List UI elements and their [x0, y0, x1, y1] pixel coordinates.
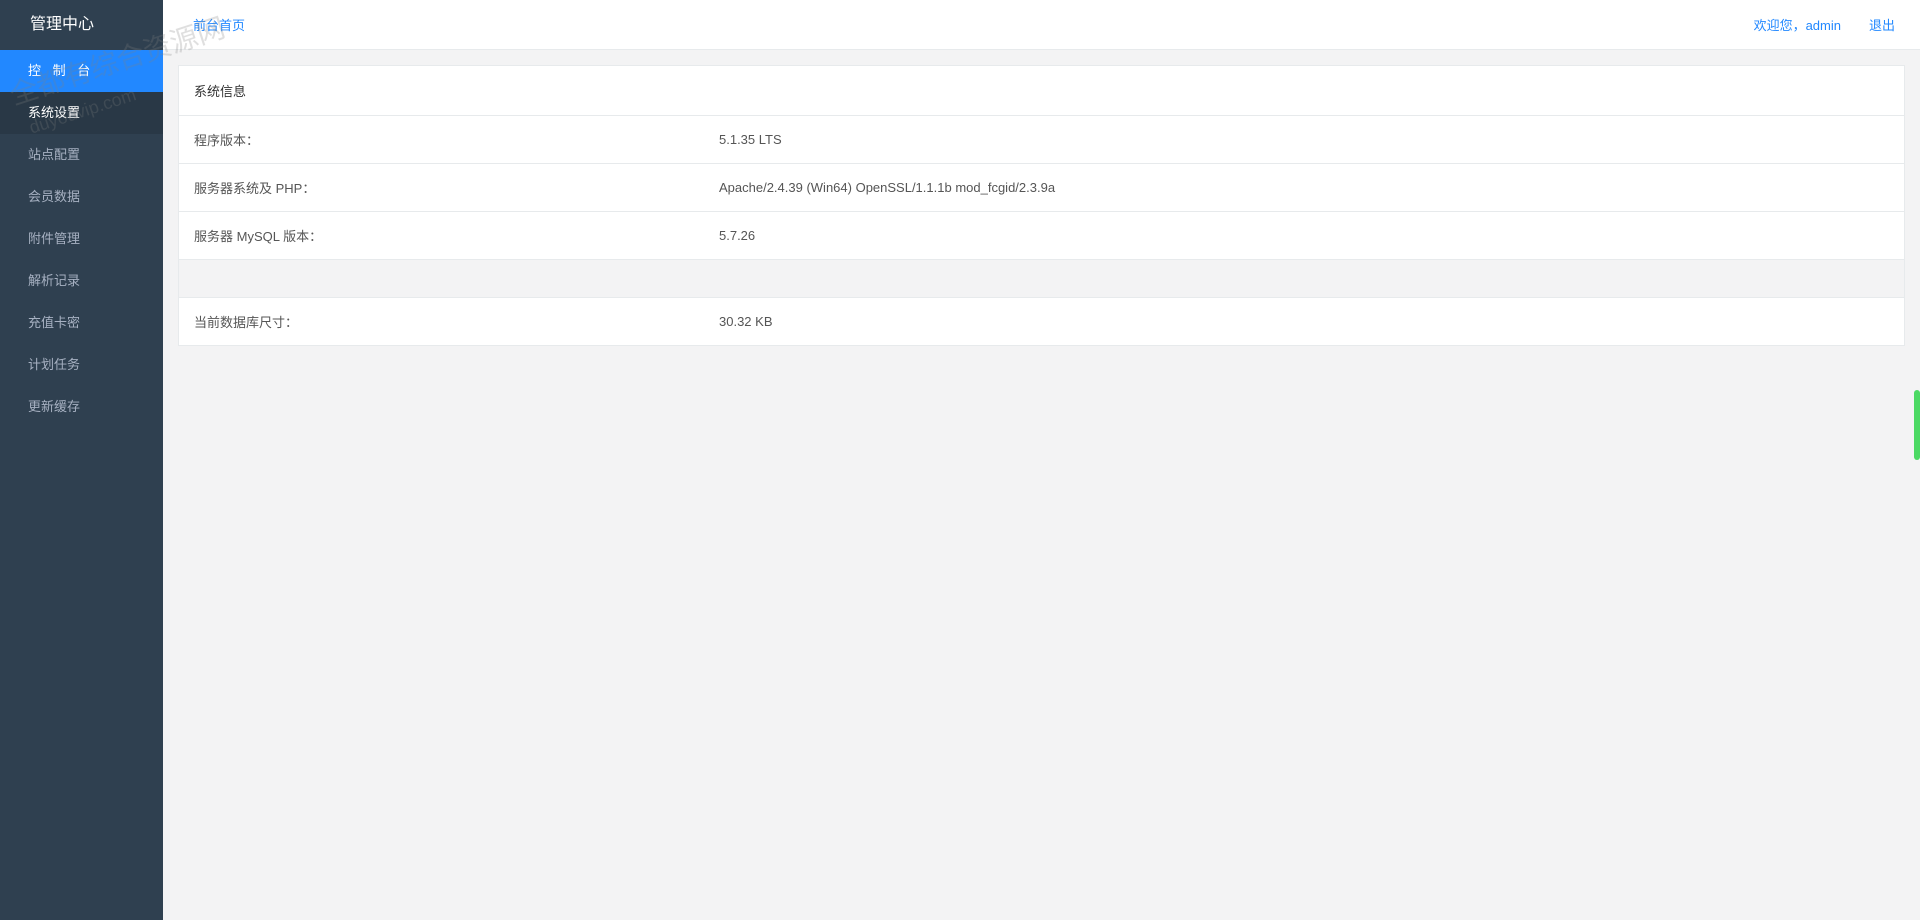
sidebar: 管理中心 控 制 台 系统设置 站点配置 会员数据 附件管理 解析记录 充值卡密… [0, 0, 163, 920]
gap-row [179, 260, 1904, 298]
topbar-left: 前台首页 [193, 15, 245, 34]
table-row: 服务器 MySQL 版本： 5.7.26 [179, 212, 1904, 260]
frontend-home-link[interactable]: 前台首页 [193, 18, 245, 33]
sidebar-item-member-data[interactable]: 会员数据 [0, 176, 163, 218]
info-value: 30.32 KB [704, 298, 1904, 346]
logout-link[interactable]: 退出 [1869, 15, 1895, 34]
system-info-table: 程序版本： 5.1.35 LTS 服务器系统及 PHP： Apache/2.4.… [179, 116, 1904, 345]
sidebar-item-scheduled-tasks[interactable]: 计划任务 [0, 344, 163, 386]
sidebar-item-parse-records[interactable]: 解析记录 [0, 260, 163, 302]
sidebar-item-recharge-card[interactable]: 充值卡密 [0, 302, 163, 344]
panel-title: 系统信息 [179, 66, 1904, 116]
info-value: 5.7.26 [704, 212, 1904, 260]
content-area: 系统信息 程序版本： 5.1.35 LTS 服务器系统及 PHP： Apache… [163, 50, 1920, 920]
table-row: 程序版本： 5.1.35 LTS [179, 116, 1904, 164]
info-label: 服务器系统及 PHP： [179, 164, 704, 212]
info-value: Apache/2.4.39 (Win64) OpenSSL/1.1.1b mod… [704, 164, 1904, 212]
welcome-text: 欢迎您，admin [1754, 15, 1841, 34]
info-label: 程序版本： [179, 116, 704, 164]
table-row: 当前数据库尺寸： 30.32 KB [179, 298, 1904, 346]
sidebar-item-update-cache[interactable]: 更新缓存 [0, 386, 163, 428]
table-row: 服务器系统及 PHP： Apache/2.4.39 (Win64) OpenSS… [179, 164, 1904, 212]
info-value: 5.1.35 LTS [704, 116, 1904, 164]
scroll-indicator [1914, 390, 1920, 460]
topbar-right: 欢迎您，admin 退出 [1754, 15, 1895, 34]
sidebar-item-site-config[interactable]: 站点配置 [0, 134, 163, 176]
topbar: 前台首页 欢迎您，admin 退出 [163, 0, 1920, 50]
system-info-panel: 系统信息 程序版本： 5.1.35 LTS 服务器系统及 PHP： Apache… [178, 65, 1905, 346]
sidebar-title: 管理中心 [0, 0, 163, 50]
info-label: 服务器 MySQL 版本： [179, 212, 704, 260]
sidebar-item-system-settings[interactable]: 系统设置 [0, 92, 163, 134]
sidebar-item-console[interactable]: 控 制 台 [0, 50, 163, 92]
sidebar-item-attachment[interactable]: 附件管理 [0, 218, 163, 260]
info-label: 当前数据库尺寸： [179, 298, 704, 346]
